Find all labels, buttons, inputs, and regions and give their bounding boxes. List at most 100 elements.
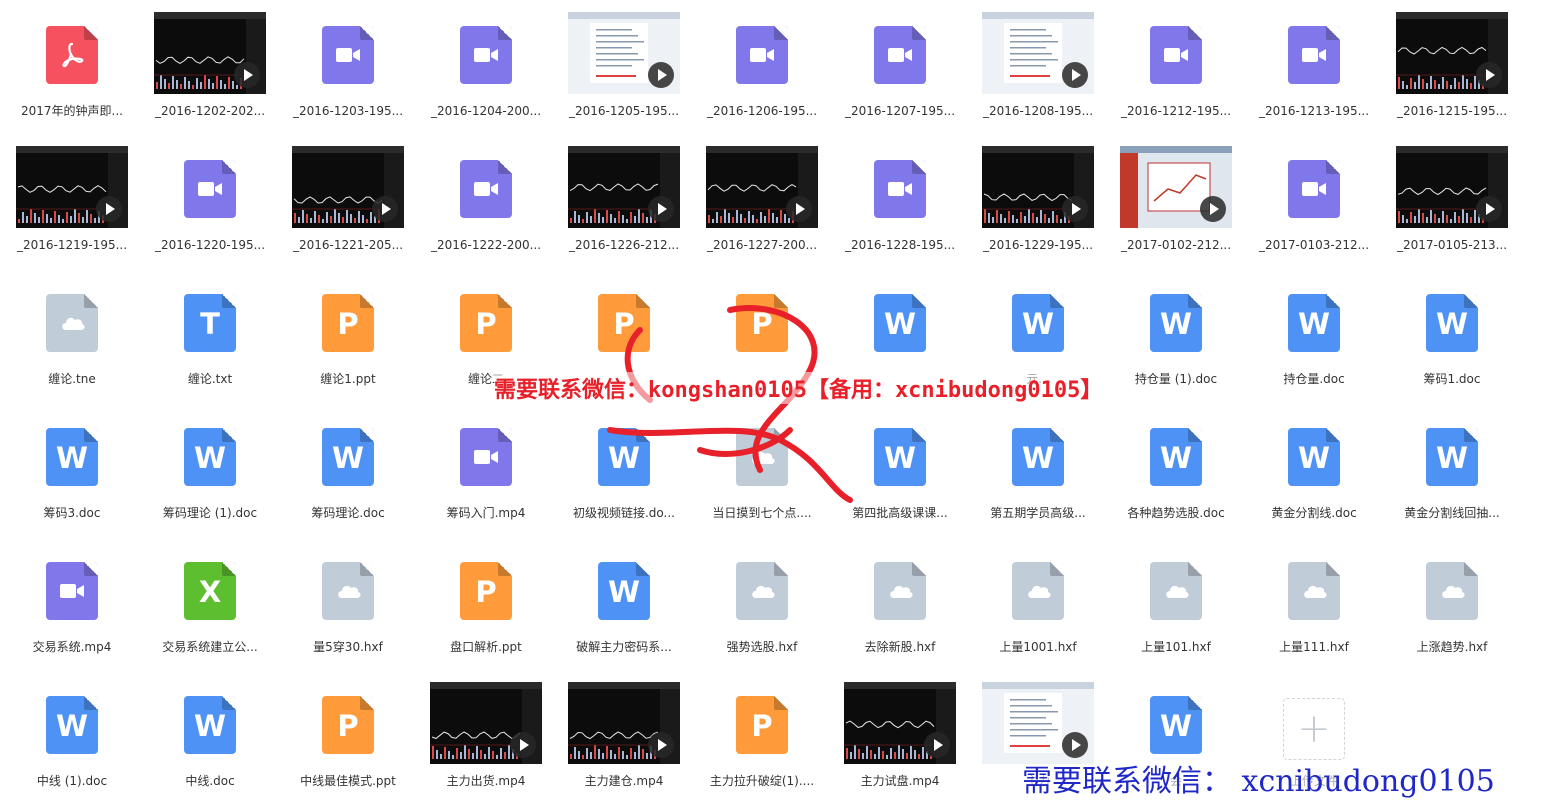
file-item[interactable]: _2016-1229-195... — [969, 134, 1107, 268]
file-item[interactable]: _2016-1203-195... — [279, 0, 417, 134]
file-item[interactable]: 去除新股.hxf — [831, 536, 969, 670]
file-name: 上量101.hxf — [1141, 640, 1211, 654]
play-icon[interactable] — [924, 732, 950, 758]
video-thumbnail[interactable] — [706, 146, 818, 228]
video-thumbnail[interactable] — [982, 682, 1094, 764]
play-icon[interactable] — [1476, 196, 1502, 222]
file-name: 交易系统建立公... — [162, 640, 258, 654]
video-thumbnail[interactable] — [16, 146, 128, 228]
file-item[interactable]: W 筹码理论 (1).doc — [141, 402, 279, 536]
file-item[interactable]: _2016-1204-200... — [417, 0, 555, 134]
play-icon[interactable] — [648, 732, 674, 758]
file-item[interactable]: W 各种趋势选股.doc — [1107, 402, 1245, 536]
cloud-file-icon — [1288, 562, 1340, 620]
file-item[interactable]: _2016-1208-195... — [969, 0, 1107, 134]
file-item[interactable]: _2016-1228-195... — [831, 134, 969, 268]
file-item[interactable]: P 盘口解析.ppt — [417, 536, 555, 670]
file-item[interactable]: 强势选股.hxf — [693, 536, 831, 670]
file-item[interactable]: W 筹码3.doc — [3, 402, 141, 536]
file-item[interactable]: P 缠论1.ppt — [279, 268, 417, 402]
file-item[interactable]: _2017-0103-212... — [1245, 134, 1383, 268]
play-icon[interactable] — [1200, 196, 1226, 222]
file-item[interactable]: 主力建仓.mp4 — [555, 670, 693, 804]
cloud-file-icon — [1426, 562, 1478, 620]
file-item[interactable]: _2016-1207-195... — [831, 0, 969, 134]
word-file-icon: W — [1288, 294, 1340, 352]
file-item[interactable]: W 中线.doc — [141, 670, 279, 804]
file-name: _2016-1222-200... — [430, 238, 542, 252]
file-item[interactable]: _2016-1219-195... — [3, 134, 141, 268]
word-file-icon: W — [184, 696, 236, 754]
file-item[interactable]: _2016-1220-195... — [141, 134, 279, 268]
file-item[interactable]: _2016-1227-200... — [693, 134, 831, 268]
video-file-icon — [874, 160, 926, 218]
file-item[interactable]: 量5穿30.hxf — [279, 536, 417, 670]
video-thumbnail[interactable] — [568, 12, 680, 94]
file-item[interactable]: _2016-1226-212... — [555, 134, 693, 268]
file-item[interactable]: _2016-1222-200... — [417, 134, 555, 268]
file-name: 主力试盘.mp4 — [860, 774, 940, 788]
file-item[interactable]: 主力试盘.mp4 — [831, 670, 969, 804]
file-item[interactable]: _2016-1205-195... — [555, 0, 693, 134]
file-item[interactable]: 筹码入门.mp4 — [417, 402, 555, 536]
file-item[interactable]: _2016-1202-202... — [141, 0, 279, 134]
file-item[interactable]: _2016-1221-205... — [279, 134, 417, 268]
file-item[interactable]: 上涨趋势.hxf — [1383, 536, 1521, 670]
upload-button[interactable]: + — [1283, 698, 1345, 760]
play-icon[interactable] — [648, 196, 674, 222]
play-icon[interactable] — [786, 196, 812, 222]
file-item[interactable]: 上量1001.hxf — [969, 536, 1107, 670]
video-thumbnail[interactable] — [568, 146, 680, 228]
play-icon[interactable] — [96, 196, 122, 222]
file-item[interactable]: W 初级视频链接.do... — [555, 402, 693, 536]
video-thumbnail[interactable] — [1396, 146, 1508, 228]
file-name: _2016-1219-195... — [16, 238, 128, 252]
video-thumbnail[interactable] — [292, 146, 404, 228]
video-thumbnail[interactable] — [982, 146, 1094, 228]
file-item[interactable]: W 持仓量 (1).doc — [1107, 268, 1245, 402]
file-name: _2016-1227-200... — [706, 238, 818, 252]
play-icon[interactable] — [234, 62, 260, 88]
file-name: _2016-1221-205... — [292, 238, 404, 252]
video-thumbnail[interactable] — [430, 682, 542, 764]
play-icon[interactable] — [1476, 62, 1502, 88]
file-item[interactable]: W 筹码1.doc — [1383, 268, 1521, 402]
video-thumbnail[interactable] — [1120, 146, 1232, 228]
file-item[interactable]: 主力出货.mp4 — [417, 670, 555, 804]
file-item[interactable]: W 黄金分割线.doc — [1245, 402, 1383, 536]
play-icon[interactable] — [510, 732, 536, 758]
file-item[interactable]: W 黄金分割线回抽... — [1383, 402, 1521, 536]
play-icon[interactable] — [1062, 196, 1088, 222]
play-icon[interactable] — [1062, 732, 1088, 758]
video-thumbnail[interactable] — [982, 12, 1094, 94]
video-thumbnail[interactable] — [154, 12, 266, 94]
file-item[interactable]: 缠论.tne — [3, 268, 141, 402]
file-item[interactable]: _2017-0102-212... — [1107, 134, 1245, 268]
file-item[interactable]: 上量111.hxf — [1245, 536, 1383, 670]
file-item[interactable]: _2016-1206-195... — [693, 0, 831, 134]
file-item[interactable]: W 第四批高级课课... — [831, 402, 969, 536]
file-item[interactable]: 交易系统.mp4 — [3, 536, 141, 670]
file-item[interactable]: 2017年的钟声即... — [3, 0, 141, 134]
file-item[interactable]: W 破解主力密码系... — [555, 536, 693, 670]
play-icon[interactable] — [648, 62, 674, 88]
video-thumbnail[interactable] — [1396, 12, 1508, 94]
file-item[interactable]: _2016-1212-195... — [1107, 0, 1245, 134]
play-icon[interactable] — [372, 196, 398, 222]
file-item[interactable]: _2016-1215-195... — [1383, 0, 1521, 134]
file-item[interactable]: 当日摸到七个点.... — [693, 402, 831, 536]
video-thumbnail[interactable] — [844, 682, 956, 764]
play-icon[interactable] — [1062, 62, 1088, 88]
file-item[interactable]: _2017-0105-213... — [1383, 134, 1521, 268]
video-thumbnail[interactable] — [568, 682, 680, 764]
file-item[interactable]: T 缠论.txt — [141, 268, 279, 402]
file-item[interactable]: W 中线 (1).doc — [3, 670, 141, 804]
file-item[interactable]: P 中线最佳模式.ppt — [279, 670, 417, 804]
file-item[interactable]: W 持仓量.doc — [1245, 268, 1383, 402]
file-item[interactable]: P 主力拉升破绽(1).... — [693, 670, 831, 804]
file-item[interactable]: _2016-1213-195... — [1245, 0, 1383, 134]
file-item[interactable]: X 交易系统建立公... — [141, 536, 279, 670]
file-item[interactable]: W 第五期学员高级... — [969, 402, 1107, 536]
file-item[interactable]: W 筹码理论.doc — [279, 402, 417, 536]
file-item[interactable]: 上量101.hxf — [1107, 536, 1245, 670]
